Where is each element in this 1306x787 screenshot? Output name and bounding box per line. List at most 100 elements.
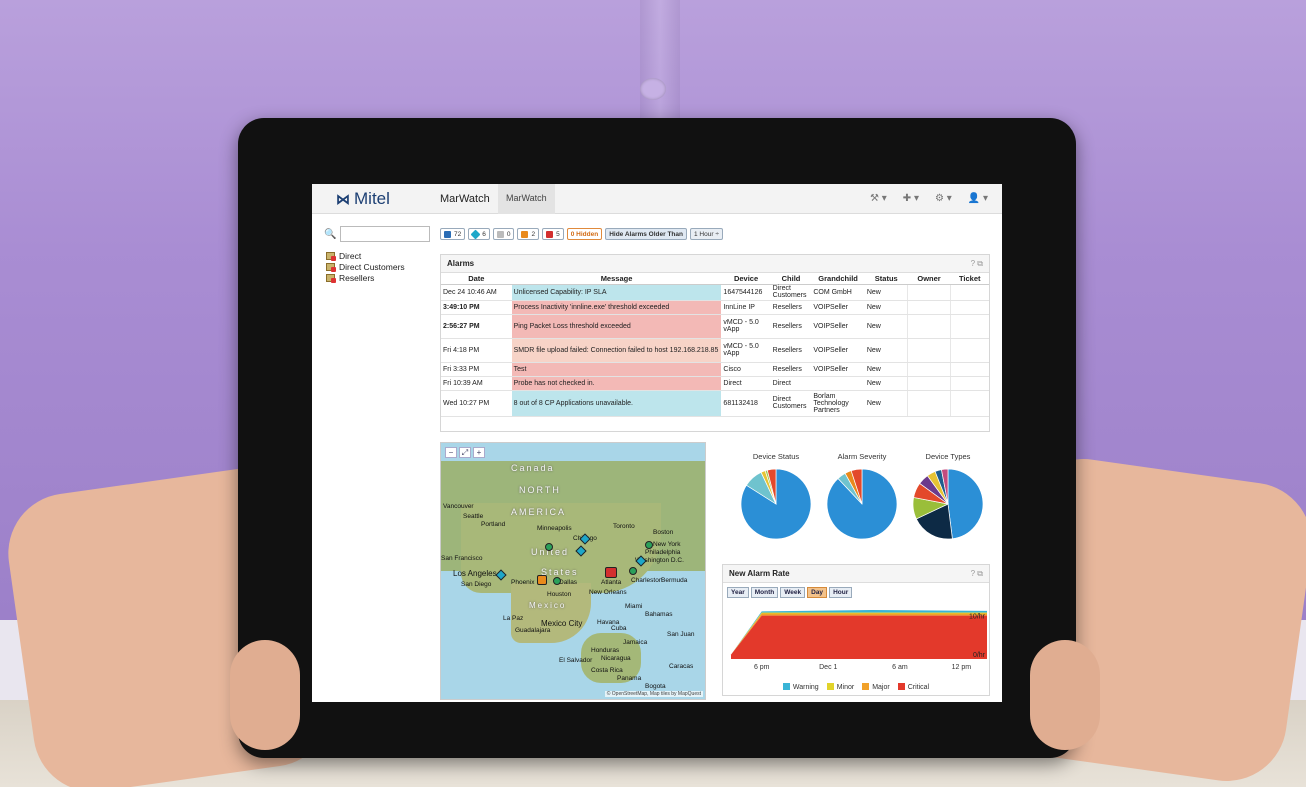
range-month-button[interactable]: Month xyxy=(750,587,779,598)
column-status[interactable]: Status xyxy=(864,273,908,285)
cell-device: vMCD - 5.0 vApp xyxy=(721,338,771,363)
zoom-out-button[interactable]: − xyxy=(445,447,457,458)
folder-alert-icon xyxy=(326,273,336,283)
filter-diamond[interactable]: 6 xyxy=(468,228,490,240)
cell-child: Direct Customers xyxy=(770,390,812,417)
tree-item-resellers[interactable]: Resellers xyxy=(326,272,405,283)
fullscreen-button[interactable]: ⤢ xyxy=(459,447,471,458)
area-series-critical[interactable] xyxy=(731,615,987,659)
info-icon xyxy=(444,230,451,238)
cell-date: 2:56:27 PM xyxy=(441,314,512,339)
tree-item-direct[interactable]: Direct xyxy=(326,250,405,261)
cell-ticket xyxy=(949,284,989,301)
hidden-alarms-button[interactable]: 0 Hidden xyxy=(566,228,603,240)
legend-swatch xyxy=(826,683,834,690)
column-grandchild[interactable]: Grandchild xyxy=(811,273,865,285)
mitel-logo-icon: ⋈ xyxy=(336,190,350,207)
map-label-north: NORTH xyxy=(519,485,561,495)
table-row[interactable]: Wed 10:27 PM 8 out of 8 CP Applications u… xyxy=(441,390,989,417)
cell-owner xyxy=(907,300,951,315)
legend-critical[interactable]: Critical xyxy=(897,683,929,691)
map-city: Phoenix xyxy=(511,579,535,586)
map-city: Honduras xyxy=(591,647,620,654)
column-ticket[interactable]: Ticket xyxy=(950,273,989,285)
alarm-rate-chart[interactable]: 10/hr 0/hr 6 pm Dec 1 6 am 12 pm xyxy=(723,601,989,681)
map-city: Bahamas xyxy=(645,611,673,618)
pie-chart-device-status[interactable] xyxy=(740,468,812,540)
wrench-menu-icon[interactable]: ⚒ ▾ xyxy=(870,193,887,204)
column-device[interactable]: Device xyxy=(721,273,771,285)
filter-orange[interactable]: 2 xyxy=(517,228,540,240)
tree-item-label: Resellers xyxy=(339,272,375,283)
left-thumb xyxy=(230,640,300,750)
zoom-in-button[interactable]: + xyxy=(473,447,485,458)
cell-device: 1647544126 xyxy=(721,284,771,301)
column-owner[interactable]: Owner xyxy=(907,273,951,285)
tree-item-direct-customers[interactable]: Direct Customers xyxy=(326,261,405,272)
tab-marwatch[interactable]: MarWatch xyxy=(498,184,555,214)
pie-title: Device Status xyxy=(752,452,800,461)
x-tick-label: 12 pm xyxy=(952,664,972,671)
range-year-button[interactable]: Year xyxy=(727,587,749,598)
table-row[interactable]: Fri 3:33 PM Test Cisco Resellers VOIPSeller N… xyxy=(441,362,989,377)
y-tick-label: 0/hr xyxy=(973,652,986,659)
filter-grey[interactable]: 0 xyxy=(492,228,515,240)
map-marker-ok-icon[interactable] xyxy=(645,541,653,549)
cell-date: Dec 24 10:46 AM xyxy=(441,284,512,301)
map-city: San Juan xyxy=(667,631,695,638)
legend-minor[interactable]: Minor xyxy=(826,683,854,691)
chart-legend: Warning Minor Major Critical xyxy=(723,683,989,691)
table-row[interactable]: 2:56:27 PM Ping Packet Loss threshold exc… xyxy=(441,314,989,339)
legend-warning[interactable]: Warning xyxy=(782,683,819,691)
range-week-button[interactable]: Week xyxy=(780,587,806,598)
pie-chart-alarm-severity[interactable] xyxy=(826,468,898,540)
table-row[interactable]: Fri 4:18 PM SMDR file upload failed: Conn… xyxy=(441,338,989,363)
cell-status: New xyxy=(864,284,908,301)
column-child[interactable]: Child xyxy=(770,273,812,285)
map-city: Houston xyxy=(547,591,572,598)
map-marker-major-icon[interactable] xyxy=(537,575,547,585)
cell-date: Fri 10:39 AM xyxy=(441,376,512,391)
pie-chart-device-types[interactable] xyxy=(912,468,984,540)
cell-ticket xyxy=(949,338,989,363)
range-day-button[interactable]: Day xyxy=(807,587,828,598)
alarm-filter-bar: 72 6 0 2 5 0 Hidden Hide Alarms Older Th… xyxy=(440,228,723,240)
add-menu-icon[interactable]: ✚ ▾ xyxy=(903,193,919,204)
cell-child: Resellers xyxy=(770,338,812,363)
panel-actions[interactable]: ? ⧉ xyxy=(971,259,983,269)
range-hour-button[interactable]: Hour xyxy=(829,587,853,598)
gear-menu-icon[interactable]: ⚙ ▾ xyxy=(935,193,952,204)
column-message[interactable]: Message xyxy=(511,273,722,285)
cell-ticket xyxy=(949,390,989,417)
device-map[interactable]: − ⤢ + Canada NORTH AMERICA United States… xyxy=(440,442,706,700)
cell-owner xyxy=(907,338,951,363)
legend-major[interactable]: Major xyxy=(862,683,890,691)
filter-red[interactable]: 5 xyxy=(542,228,564,240)
map-marker-ok-icon[interactable] xyxy=(629,567,637,575)
x-tick-label: 6 am xyxy=(892,664,908,671)
cell-status: New xyxy=(864,390,908,417)
panel-actions[interactable]: ? ⧉ xyxy=(971,569,983,579)
map-city: Seattle xyxy=(463,513,484,520)
table-row[interactable]: Dec 24 10:46 AM Unlicensed Capability: IP… xyxy=(441,284,989,301)
folder-alert-icon xyxy=(326,251,336,261)
map-marker-ok-icon[interactable] xyxy=(545,543,553,551)
cell-message: Ping Packet Loss threshold exceeded xyxy=(511,314,722,339)
app-title[interactable]: MarWatch xyxy=(440,193,490,205)
search-input[interactable] xyxy=(340,226,431,242)
age-select[interactable]: 1 Hour ÷ xyxy=(690,228,723,240)
brand-logo[interactable]: ⋈ Mitel xyxy=(336,189,390,209)
column-date[interactable]: Date xyxy=(441,273,512,285)
pie-slice[interactable] xyxy=(947,468,984,540)
user-menu-icon[interactable]: 👤 ▾ xyxy=(968,193,988,204)
cell-owner xyxy=(907,362,951,377)
map-city: Panama xyxy=(617,675,642,682)
customer-tree: Direct Direct Customers Resellers xyxy=(326,250,405,283)
map-marker-ok-icon[interactable] xyxy=(553,577,561,585)
map-marker-critical-icon[interactable] xyxy=(605,567,617,578)
filter-info[interactable]: 72 xyxy=(440,228,466,240)
cell-child: Resellers xyxy=(770,300,812,315)
table-row[interactable]: Fri 10:39 AM Probe has not checked in. Dir… xyxy=(441,376,989,391)
new-alarm-rate-panel: New Alarm Rate ? ⧉ Year Month Week Day H… xyxy=(722,564,990,696)
table-row[interactable]: 3:49:10 PM Process Inactivity 'innline.ex… xyxy=(441,300,989,315)
